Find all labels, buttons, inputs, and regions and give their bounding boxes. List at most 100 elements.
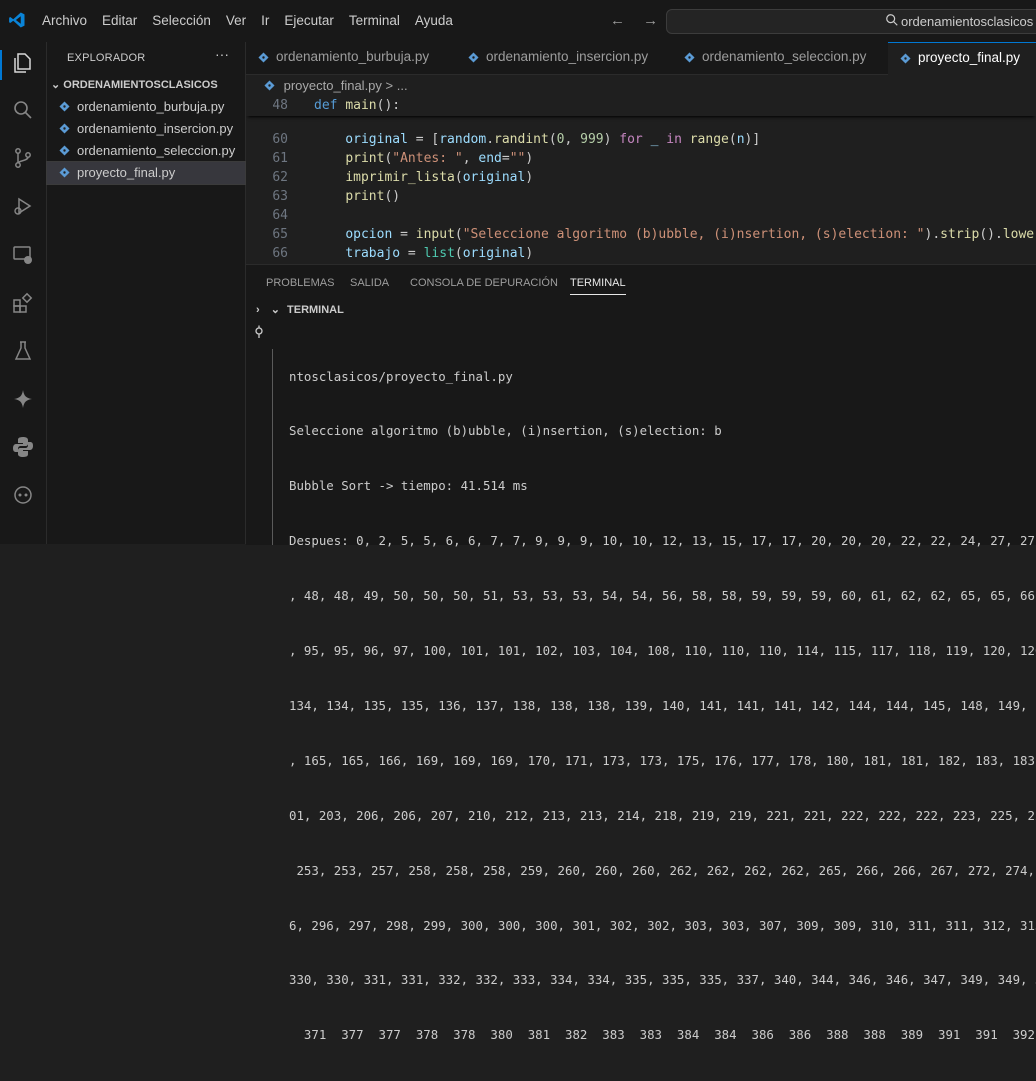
line-number: 62	[272, 170, 288, 185]
file-name: ordenamiento_insercion.py	[77, 121, 234, 136]
line-number: 61	[272, 151, 288, 166]
testing-flask-icon[interactable]	[11, 339, 35, 363]
tab-ordenamiento-insercion[interactable]: ordenamiento_insercion.py	[456, 42, 672, 74]
python-icon[interactable]	[11, 435, 35, 459]
more-actions-icon[interactable]: ···	[215, 46, 229, 62]
python-file-icon	[59, 123, 70, 134]
code-line: print()	[345, 189, 401, 204]
terminal-line: ntosclasicos/proyecto_final.py	[289, 368, 513, 384]
menu-editar[interactable]: Editar	[102, 13, 137, 28]
search-icon	[886, 14, 898, 26]
code-line: imprimir_lista(original)	[345, 170, 534, 185]
file-ordenamiento-burbuja[interactable]: ordenamiento_burbuja.py	[47, 96, 245, 118]
terminal-command-decoration-icon[interactable]	[254, 325, 264, 339]
active-indicator	[0, 50, 2, 80]
menu-ver[interactable]: Ver	[226, 13, 246, 28]
python-file-icon	[264, 80, 275, 91]
terminal-line: 134, 134, 135, 135, 136, 137, 138, 138, …	[289, 697, 1036, 713]
code-line: trabajo = list(original)	[345, 246, 534, 261]
terminal-output[interactable]: ntosclasicos/proyecto_final.py Seleccion…	[289, 331, 1036, 1081]
forward-arrow-icon[interactable]: →	[643, 12, 658, 29]
terminal-line: 330, 330, 331, 331, 332, 332, 333, 334, …	[289, 972, 1036, 988]
tab-label: ordenamiento_seleccion.py	[702, 49, 867, 64]
line-number: 64	[272, 208, 288, 223]
tab-consola-depuracion[interactable]: CONSOLA DE DEPURACIÓN	[410, 277, 558, 289]
terminal-section-header[interactable]: › ⌄ TERMINAL	[256, 303, 344, 316]
code-line: original = [random.randint(0, 999) for _…	[314, 132, 761, 147]
chevron-down-icon: ⌄	[51, 79, 61, 91]
menu-archivo[interactable]: Archivo	[42, 13, 87, 28]
terminal-line: , 48, 48, 49, 50, 50, 50, 51, 53, 53, 53…	[289, 588, 1036, 604]
line-number: 63	[272, 189, 288, 204]
remote-explorer-icon[interactable]	[11, 243, 35, 267]
file-proyecto-final[interactable]: proyecto_final.py	[46, 161, 246, 185]
editor-tabs: ordenamiento_burbuja.py ordenamiento_ins…	[246, 42, 1036, 75]
file-name: ordenamiento_seleccion.py	[77, 143, 236, 158]
nav-arrows: ← →	[610, 12, 672, 29]
line-number: 65	[272, 227, 288, 242]
tab-label: ordenamiento_burbuja.py	[276, 49, 430, 64]
tab-problemas[interactable]: PROBLEMAS	[266, 277, 334, 289]
menu-seleccion[interactable]: Selección	[152, 13, 211, 28]
line-number: 60	[272, 132, 288, 147]
activity-bar	[0, 42, 47, 544]
menu-ayuda[interactable]: Ayuda	[415, 13, 453, 28]
copilot-sparkle-icon[interactable]	[11, 387, 35, 411]
terminal-line: 6, 296, 297, 298, 299, 300, 300, 300, 30…	[289, 917, 1036, 933]
code-line: opcion = input("Seleccione algoritmo (b)…	[345, 227, 1036, 242]
python-file-icon	[468, 52, 479, 63]
python-file-icon	[258, 52, 269, 63]
title-bar: Archivo Editar Selección Ver Ir Ejecutar…	[0, 0, 1036, 42]
source-control-icon[interactable]	[11, 146, 35, 170]
terminal-line: 01, 203, 206, 206, 207, 210, 212, 213, 2…	[289, 807, 1036, 823]
file-ordenamiento-insercion[interactable]: ordenamiento_insercion.py	[47, 118, 245, 140]
folder-name: ORDENAMIENTOSCLASICOS	[63, 79, 218, 91]
back-arrow-icon[interactable]: ←	[610, 12, 625, 29]
python-file-icon	[59, 101, 70, 112]
python-file-icon	[684, 52, 695, 63]
tab-ordenamiento-burbuja[interactable]: ordenamiento_burbuja.py	[246, 42, 456, 74]
tab-label: ordenamiento_insercion.py	[486, 49, 649, 64]
code-editor[interactable]: 60 original = [random.randint(0, 999) fo…	[246, 96, 1036, 264]
explorer-icon[interactable]	[11, 51, 35, 75]
line-number: 48	[272, 98, 288, 113]
python-file-icon	[59, 167, 70, 178]
breadcrumb: proyecto_final.py > ...	[264, 78, 408, 93]
menu-terminal[interactable]: Terminal	[349, 13, 400, 28]
python-file-icon	[59, 145, 70, 156]
tab-ordenamiento-seleccion[interactable]: ordenamiento_seleccion.py	[672, 42, 888, 74]
extensions-icon[interactable]	[11, 291, 35, 315]
run-debug-icon[interactable]	[11, 194, 35, 218]
tab-salida[interactable]: SALIDA	[350, 277, 389, 289]
terminal-line: 253, 253, 257, 258, 258, 258, 259, 260, …	[289, 862, 1036, 878]
copilot-chat-icon[interactable]	[11, 483, 35, 507]
chevron-down-icon: ⌄	[270, 304, 280, 316]
sticky-scroll-header[interactable]: 48 def main():	[246, 96, 1036, 116]
file-name: ordenamiento_burbuja.py	[77, 99, 225, 114]
menu-ir[interactable]: Ir	[261, 13, 269, 28]
line-number: 66	[272, 246, 288, 261]
vscode-logo-icon	[9, 12, 25, 28]
file-name: proyecto_final.py	[77, 165, 176, 180]
code-line: def main():	[314, 98, 401, 113]
terminal-line: Bubble Sort -> tiempo: 41.514 ms	[289, 478, 528, 494]
workspace-folder[interactable]: ⌄ ORDENAMIENTOSCLASICOS	[51, 78, 218, 91]
terminal-line: 371 377 377 378 378 380 381 382 383 383 …	[289, 1027, 1035, 1043]
explorer-title: EXPLORADOR	[67, 52, 146, 64]
python-file-icon	[900, 53, 911, 64]
file-ordenamiento-seleccion[interactable]: ordenamiento_seleccion.py	[47, 140, 245, 162]
tab-proyecto-final[interactable]: proyecto_final.py	[888, 42, 1036, 75]
chevron-right-icon[interactable]: ›	[256, 304, 260, 316]
menu-ejecutar[interactable]: Ejecutar	[284, 13, 334, 28]
search-text: ordenamientosclasicos	[901, 14, 1034, 29]
terminal-line: , 165, 165, 166, 169, 169, 169, 170, 171…	[289, 752, 1036, 768]
search-icon[interactable]	[11, 98, 35, 122]
command-center-search[interactable]: ordenamientosclasicos	[666, 9, 1036, 34]
tab-terminal[interactable]: TERMINAL	[570, 277, 626, 295]
terminal-line: Despues: 0, 2, 5, 5, 6, 6, 7, 7, 9, 9, 9…	[289, 533, 1036, 549]
breadcrumb-file[interactable]: proyecto_final.py	[284, 78, 382, 93]
terminal-gutter-line	[272, 349, 273, 545]
tab-label: proyecto_final.py	[918, 50, 1021, 65]
breadcrumb-rest[interactable]: > ...	[386, 78, 408, 93]
bottom-panel: PROBLEMAS SALIDA CONSOLA DE DEPURACIÓN T…	[246, 264, 1036, 1042]
